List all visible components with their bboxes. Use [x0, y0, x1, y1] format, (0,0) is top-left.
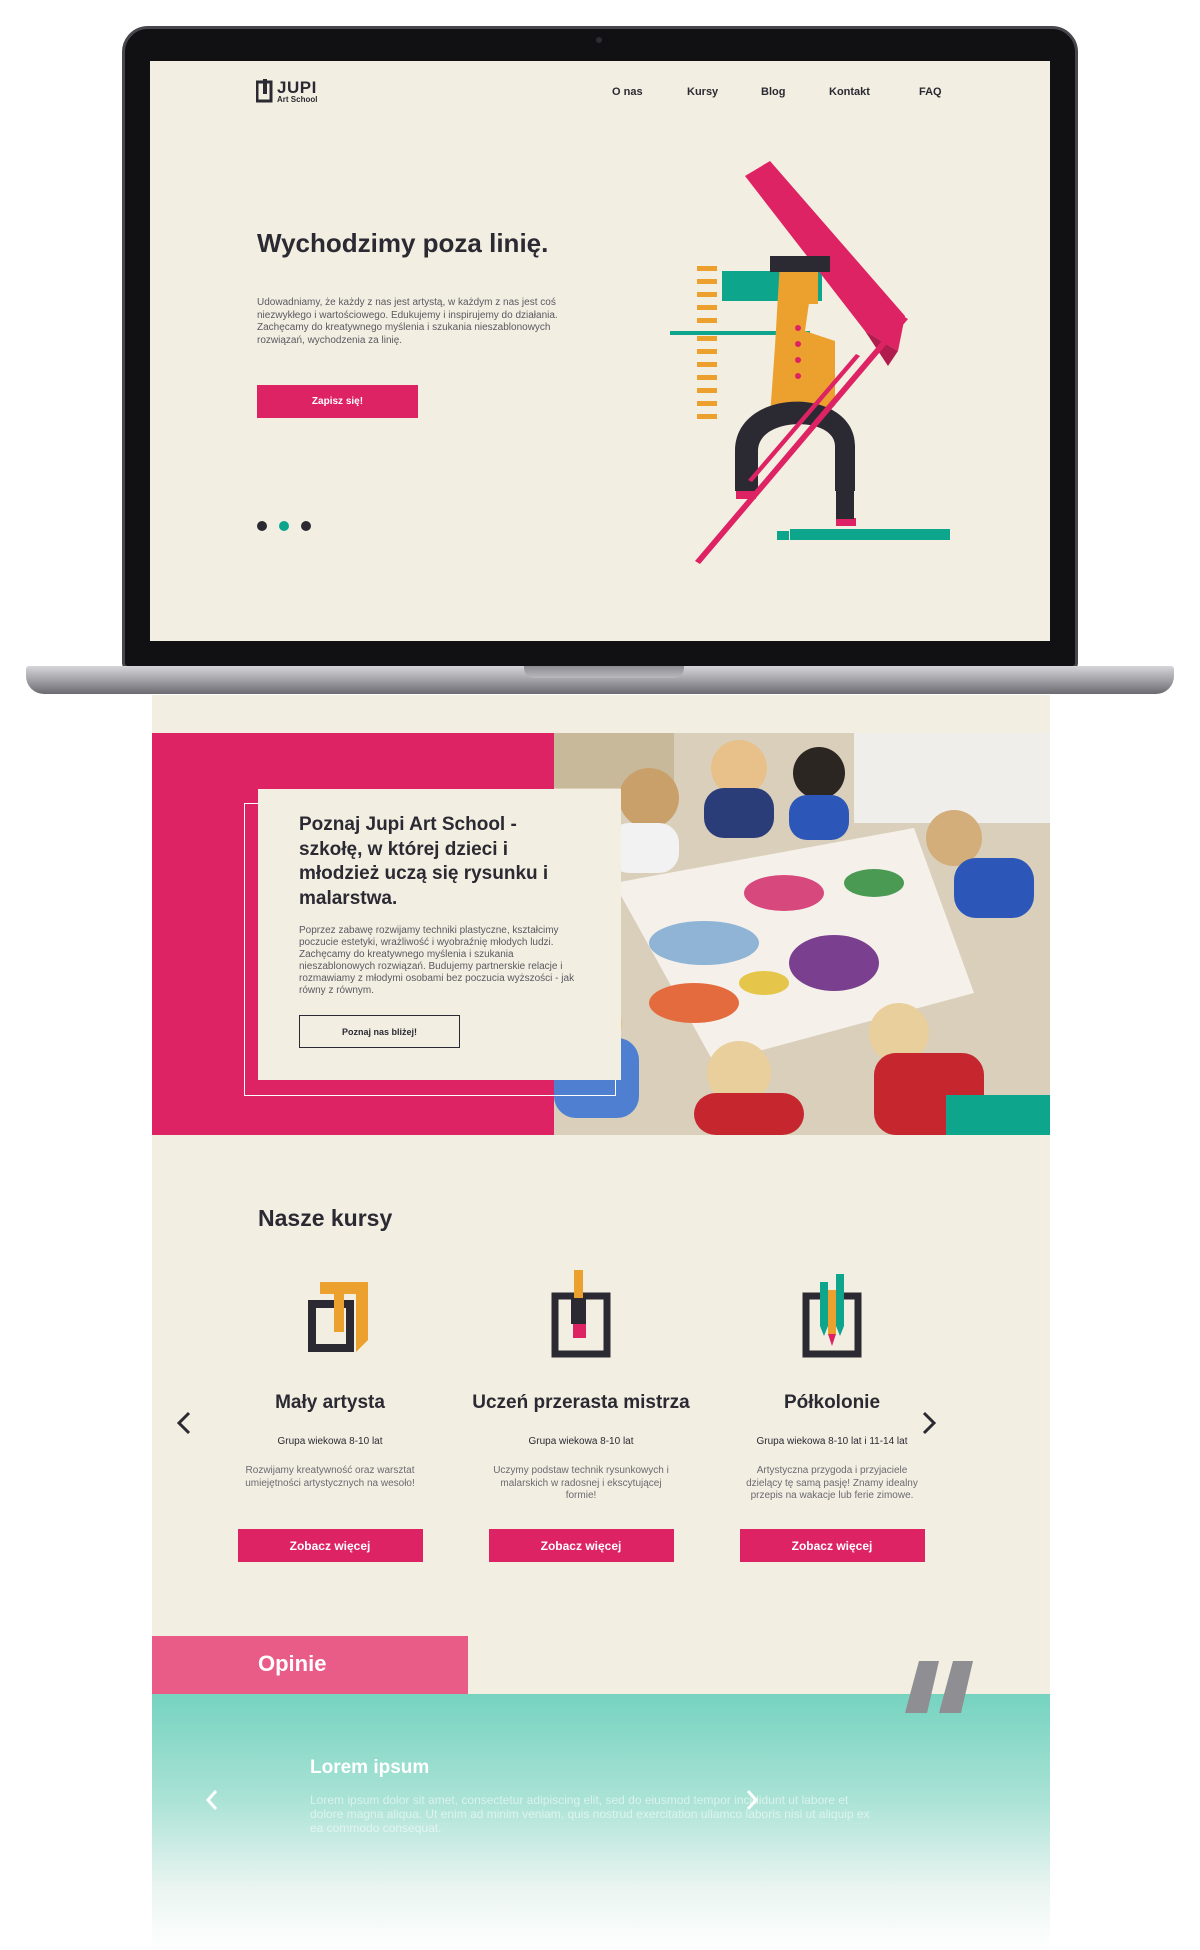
pencils-frame-icon	[802, 1274, 862, 1358]
course-card: Uczeń przerasta mistrza Grupa wiekowa 8-…	[471, 1270, 691, 1562]
courses-prev-arrow[interactable]	[172, 1408, 196, 1438]
slider-dots	[257, 521, 311, 531]
course-card: Półkolonie Grupa wiekowa 8-10 lat i 11-1…	[722, 1270, 942, 1562]
frame-icon	[308, 1282, 368, 1352]
artist-illustration	[670, 161, 950, 564]
course-card: Mały artysta Grupa wiekowa 8-10 lat Rozw…	[220, 1270, 440, 1562]
laptop-screen: JUPI Art School O nas Kursy Blog Kontakt…	[150, 61, 1050, 641]
opinions-title: Opinie	[258, 1651, 327, 1676]
course-age: Grupa wiekowa 8-10 lat i 11-14 lat	[756, 1436, 908, 1447]
course-description: Uczymy podstaw technik rysunkowych i mal…	[493, 1465, 669, 1501]
camera-icon	[596, 37, 602, 43]
laptop-notch	[524, 666, 684, 678]
main-nav: O nas Kursy Blog Kontakt FAQ	[612, 86, 942, 98]
about-text: Poprzez zabawę rozwijamy techniki plasty…	[299, 925, 575, 996]
logo-frame-icon	[256, 79, 273, 103]
chevron-right-icon	[746, 1790, 759, 1810]
about-green-accent	[946, 1095, 1050, 1135]
nav-item-faq[interactable]: FAQ	[919, 86, 942, 98]
course-description: Rozwijamy kreatywność oraz warsztat umie…	[245, 1465, 415, 1489]
course-name: Mały artysta	[275, 1391, 385, 1413]
quote-icon	[905, 1661, 973, 1713]
courses-title: Nasze kursy	[258, 1205, 393, 1231]
kids-painting-photo	[554, 733, 1050, 1135]
nav-item-o-nas[interactable]: O nas	[612, 86, 687, 98]
logo-subtitle: Art School	[277, 95, 318, 104]
brush-frame-icon	[551, 1270, 611, 1358]
course-age: Grupa wiekowa 8-10 lat	[277, 1436, 383, 1447]
logo[interactable]: JUPI Art School	[256, 79, 317, 104]
signup-button[interactable]: Zapisz się!	[257, 385, 418, 418]
course-name: Półkolonie	[783, 1391, 881, 1413]
slider-dot-active[interactable]	[279, 521, 289, 531]
slider-dot[interactable]	[301, 521, 311, 531]
hero-title: Wychodzimy poza linię.	[257, 228, 549, 258]
testimonial-text: Lorem ipsum dolor sit amet, consectetur …	[310, 1793, 870, 1835]
nav-item-blog[interactable]: Blog	[761, 86, 829, 98]
course-see-more-button[interactable]: Zobacz więcej	[739, 1529, 925, 1562]
learn-more-button[interactable]: Poznaj nas bliżej!	[299, 1015, 460, 1048]
nav-item-kontakt[interactable]: Kontakt	[829, 86, 919, 98]
course-description: Artystyczna przygoda i przyjaciele dziel…	[746, 1465, 918, 1501]
logo-name: JUPI	[277, 78, 317, 97]
nav-item-kursy[interactable]: Kursy	[687, 86, 761, 98]
chevron-left-icon	[205, 1790, 218, 1810]
course-age: Grupa wiekowa 8-10 lat	[528, 1436, 634, 1447]
testimonial-next-arrow[interactable]	[742, 1785, 762, 1815]
about-title: Poznaj Jupi Art School - szkołę, w które…	[299, 814, 549, 909]
chevron-left-icon	[176, 1411, 191, 1435]
course-see-more-button[interactable]: Zobacz więcej	[237, 1529, 423, 1562]
testimonial-prev-arrow[interactable]	[202, 1785, 222, 1815]
kids-painting-image	[554, 733, 1050, 1135]
about-card: Poznaj Jupi Art School - szkołę, w które…	[258, 789, 621, 1080]
course-see-more-button[interactable]: Zobacz więcej	[488, 1529, 674, 1562]
hero-text: Udowadniamy, że każdy z nas jest artystą…	[257, 297, 558, 346]
about-section: Poznaj Jupi Art School - szkołę, w które…	[152, 733, 1050, 1135]
testimonial-author: Lorem ipsum	[310, 1757, 430, 1778]
site-continuation: Poznaj Jupi Art School - szkołę, w które…	[152, 695, 1050, 1950]
course-name: Uczeń przerasta mistrza	[472, 1391, 690, 1413]
slider-dot[interactable]	[257, 521, 267, 531]
